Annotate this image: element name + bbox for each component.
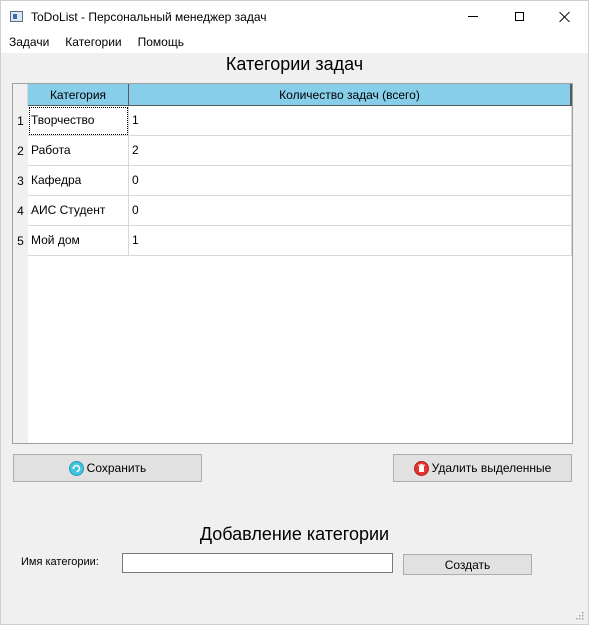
close-icon [559, 11, 571, 23]
window-title: ToDoList - Персональный менеджер задач [31, 9, 267, 24]
minimize-icon [468, 16, 478, 17]
row-number[interactable]: 5 [13, 226, 28, 256]
menu-help[interactable]: Помощь [130, 32, 192, 53]
maximize-button[interactable] [496, 1, 542, 32]
save-button[interactable]: Сохранить [13, 454, 202, 482]
task-count-cell[interactable]: 1 [129, 226, 572, 256]
column-header-task-count[interactable]: Количество задач (всего) [129, 84, 572, 106]
table-row[interactable]: 2 Работа 2 [13, 136, 572, 166]
add-category-heading: Добавление категории [199, 524, 390, 544]
category-name-cell[interactable]: Работа [28, 136, 129, 166]
task-count-cell[interactable]: 0 [129, 166, 572, 196]
delete-selected-button[interactable]: Удалить выделенные [393, 454, 572, 482]
app-window: ToDoList - Персональный менеджер задач З… [0, 0, 589, 625]
category-name-input[interactable] [122, 553, 393, 573]
category-name-cell[interactable]: Творчество [28, 106, 129, 136]
categories-table[interactable]: Категория Количество задач (всего) 1 Тво… [12, 83, 573, 444]
size-grip-icon[interactable] [576, 612, 584, 620]
categories-heading: Категории задач [225, 54, 364, 74]
table-corner-button[interactable] [13, 84, 28, 106]
row-number[interactable]: 4 [13, 196, 28, 226]
table-row[interactable]: 5 Мой дом 1 [13, 226, 572, 256]
row-number[interactable]: 1 [13, 106, 28, 136]
menu-tasks[interactable]: Задачи [1, 32, 57, 53]
create-button[interactable]: Создать [403, 554, 532, 575]
app-icon [10, 11, 23, 22]
save-button-label: Сохранить [86, 461, 147, 475]
category-name-cell[interactable]: Мой дом [28, 226, 129, 256]
table-row[interactable]: 3 Кафедра 0 [13, 166, 572, 196]
column-header-category[interactable]: Категория [28, 84, 129, 106]
table-row[interactable]: 1 Творчество 1 [13, 106, 572, 136]
table-row[interactable]: 4 АИС Студент 0 [13, 196, 572, 226]
trash-icon [413, 460, 429, 476]
row-number[interactable]: 2 [13, 136, 28, 166]
row-number[interactable]: 3 [13, 166, 28, 196]
category-name-cell[interactable]: Кафедра [28, 166, 129, 196]
delete-button-label: Удалить выделенные [431, 461, 552, 475]
menu-categories[interactable]: Категории [57, 32, 129, 53]
close-button[interactable] [542, 1, 588, 32]
task-count-cell[interactable]: 0 [129, 196, 572, 226]
maximize-icon [514, 12, 524, 21]
minimize-button[interactable] [450, 1, 496, 32]
category-name-cell[interactable]: АИС Студент [28, 196, 129, 226]
category-name-label: Имя категории: [21, 556, 99, 568]
task-count-cell[interactable]: 1 [129, 106, 572, 136]
menu-bar: Задачи Категории Помощь [1, 32, 588, 53]
task-count-cell[interactable]: 2 [129, 136, 572, 166]
save-icon [68, 460, 84, 476]
title-bar: ToDoList - Персональный менеджер задач [1, 1, 588, 32]
